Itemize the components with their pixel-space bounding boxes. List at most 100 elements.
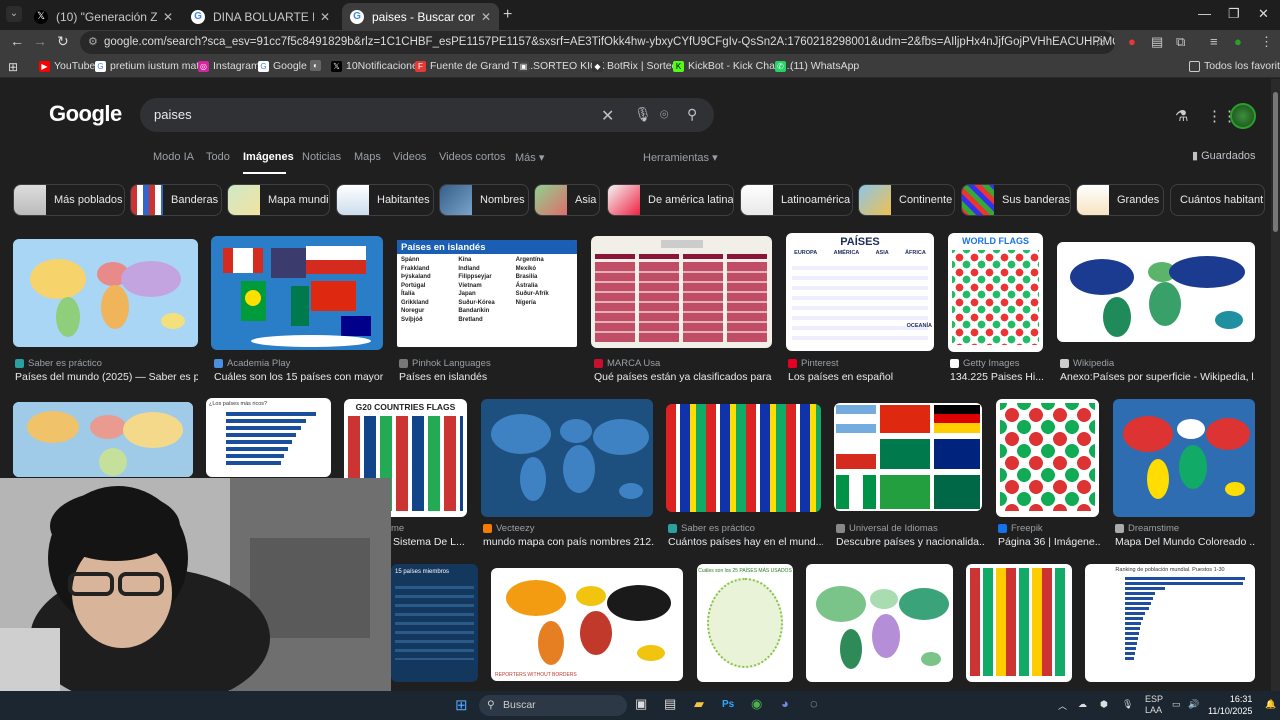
chip-mas-poblados[interactable]: Más poblados (13, 184, 125, 216)
close-icon[interactable]: ✕ (163, 10, 173, 24)
image-result-map-classification[interactable] (806, 564, 953, 682)
image-result-universal-idiomas[interactable] (834, 403, 982, 511)
source-vecteezy[interactable]: Vecteezy (483, 523, 653, 534)
bookmark-whatsapp[interactable]: ✆ (11) WhatsApp (775, 60, 859, 72)
result-title[interactable]: Los países en español (788, 371, 933, 383)
search-query[interactable]: paises (154, 107, 192, 122)
minimize-icon[interactable]: — (1198, 6, 1211, 21)
microphone-icon[interactable]: 🎙 (634, 106, 652, 123)
image-result-vecteezy-map[interactable] (481, 399, 653, 517)
tray-app-icon[interactable]: ⬢ (1100, 699, 1108, 710)
image-result-flags-map[interactable] (211, 236, 383, 350)
bookmark-globe[interactable]: ◐ (310, 60, 325, 71)
close-icon[interactable]: ✕ (481, 10, 491, 24)
tab-todo[interactable]: Todo (206, 151, 230, 163)
source-universal-idiomas[interactable]: Universal de Idiomas (836, 523, 986, 534)
search-box[interactable]: paises ✕ 🎙 ⌾ ⚲ (140, 98, 714, 132)
discord-icon[interactable]: ◕ (781, 696, 789, 711)
chip-habitantes[interactable]: Habitantes (336, 184, 434, 216)
tab-maps[interactable]: Maps (354, 151, 381, 163)
result-title[interactable]: Mapa Del Mundo Coloreado ... (1115, 536, 1255, 548)
bookmark-instagram[interactable]: ◎ Instagram (198, 60, 260, 72)
tab-paises[interactable]: G paises - Buscar con Google ✕ (342, 3, 499, 30)
tab-search-chevron-icon[interactable]: ⌄ (6, 6, 22, 22)
scrollbar-thumb[interactable] (1273, 92, 1278, 232)
source-marca[interactable]: MARCA Usa (594, 358, 774, 369)
source-freepik[interactable]: Freepik (998, 523, 1101, 534)
microphone-icon[interactable]: 🎙 (1122, 699, 1133, 710)
profile-icon[interactable]: ● (1234, 34, 1242, 49)
address-bar[interactable]: ⚙ google.com/search?sca_esv=91cc7f5c8491… (80, 31, 1115, 54)
image-result-flags-collage[interactable] (666, 404, 821, 512)
image-result-mas-usados[interactable]: Cuáles son los 25 PAÍSES MÁS USADOS (697, 564, 793, 682)
cloud-icon[interactable]: ☁ (1078, 699, 1087, 710)
source-saber-es-practico[interactable]: Saber es práctico (15, 358, 195, 369)
bookmark-botrix[interactable]: ◆ BotRix | Sorteos (592, 60, 683, 72)
tab-modo-ia[interactable]: Modo IA (153, 151, 194, 163)
window-close-icon[interactable]: ✕ (1258, 6, 1269, 22)
chip-nombres[interactable]: Nombres (439, 184, 529, 216)
forward-icon[interactable]: → (33, 33, 47, 49)
image-result-paises-ricos[interactable]: ¿Los países más ricos? (206, 398, 331, 477)
tab-videos-cortos[interactable]: Videos cortos (439, 151, 505, 163)
task-view-icon[interactable]: ▣ (635, 696, 647, 712)
tab-dina-boluarte[interactable]: G DINA BOLUARTE MINISTROS - ✕ (183, 3, 338, 30)
image-result-mapa-paises[interactable] (13, 239, 198, 347)
new-tab-button[interactable]: + (503, 6, 512, 24)
app-icon[interactable]: ▤ (664, 696, 676, 712)
media-icon[interactable]: ≡ (1210, 34, 1218, 49)
tray-chevron-icon[interactable]: ︿ (1058, 699, 1067, 712)
result-title[interactable]: Sistema De L... (393, 536, 471, 548)
clear-icon[interactable]: ✕ (601, 106, 614, 126)
camera-lens-icon[interactable]: ⌾ (660, 106, 668, 123)
tab-mas[interactable]: Más ▾ (515, 151, 544, 164)
tab-imagenes[interactable]: Imágenes (243, 151, 294, 163)
result-title[interactable]: Página 36 | Imágene... (998, 536, 1101, 548)
chip-asia[interactable]: Asia (534, 184, 600, 216)
notification-bell-icon[interactable]: 🔔 (1265, 699, 1276, 710)
chip-mapa-mundi[interactable]: Mapa mundi (227, 184, 330, 216)
menu-icon[interactable]: ⋮ (1260, 34, 1273, 50)
site-info-icon[interactable]: ⚙ (88, 31, 98, 54)
tab-noticias[interactable]: Noticias (302, 151, 341, 163)
photoshop-icon[interactable]: Ps (722, 699, 734, 710)
display-icon[interactable]: ▭ (1172, 699, 1181, 710)
bookmark-youtube[interactable]: ▶ YouTube (39, 60, 95, 72)
bookmark-pretium[interactable]: Gpretium iustum mat... (95, 60, 208, 72)
account-avatar[interactable] (1230, 103, 1256, 129)
tab-videos[interactable]: Videos (393, 151, 426, 163)
saved-button[interactable]: ▮ Guardados (1192, 149, 1256, 162)
labs-flask-icon[interactable]: ⚗ (1175, 107, 1188, 125)
result-title[interactable]: Descubre países y nacionalida... (836, 536, 984, 548)
bookmark-10notificaciones[interactable]: 𝕏 10Notificaciones (331, 60, 423, 72)
image-result-world-flags[interactable]: WORLD FLAGS (948, 233, 1043, 352)
reload-icon[interactable]: ↻ (57, 33, 69, 50)
extension-icon[interactable]: ▤ (1151, 34, 1163, 50)
source-saber-es-practico[interactable]: Saber es práctico (668, 523, 823, 534)
result-title[interactable]: mundo mapa con país nombres 212... (483, 536, 655, 548)
app-notification-icon[interactable]: ◌ (810, 696, 818, 711)
bookmark-google[interactable]: G Google (258, 60, 307, 72)
clock[interactable]: 16:31 11/10/2025 (1208, 693, 1252, 717)
result-title[interactable]: Países en islandés (399, 371, 579, 383)
result-title[interactable]: Países del mundo (2025) — Saber es p... (15, 371, 198, 383)
chip-sus-banderas[interactable]: Sus banderas (961, 184, 1071, 216)
source-pinterest[interactable]: Pinterest (788, 358, 933, 369)
tools-button[interactable]: Herramientas ▾ (643, 151, 718, 164)
source-partial[interactable]: me (391, 523, 471, 534)
image-result-political-map[interactable] (13, 402, 193, 477)
result-title[interactable]: Cuáles son los 15 países con mayor ... (214, 371, 384, 383)
chip-banderas[interactable]: Banderas (130, 184, 222, 216)
source-academia-play[interactable]: Academia Play (214, 358, 384, 369)
search-icon[interactable]: ⚲ (687, 106, 697, 123)
file-explorer-icon[interactable]: ▰ (694, 696, 704, 712)
close-icon[interactable]: ✕ (320, 10, 330, 24)
tab-x-generacion-z[interactable]: 𝕏 (10) "Generación Z" - Buscar / X ✕ (26, 3, 181, 30)
chip-cuantos-habitantes[interactable]: Cuántos habitant (1170, 184, 1265, 216)
image-result-flag-countries[interactable] (966, 564, 1072, 682)
apps-grid-icon[interactable]: ⊞ (8, 60, 18, 74)
image-result-paises-en-islandes[interactable]: Países en islandés Spánn Kína Argentína Fra… (397, 240, 577, 347)
extensions-puzzle-icon[interactable]: ⧉ (1176, 34, 1185, 50)
source-dreamstime[interactable]: Dreamstime (1115, 523, 1255, 534)
bookmark-grand-theft[interactable]: F Fuente de Grand Th... (415, 60, 533, 72)
